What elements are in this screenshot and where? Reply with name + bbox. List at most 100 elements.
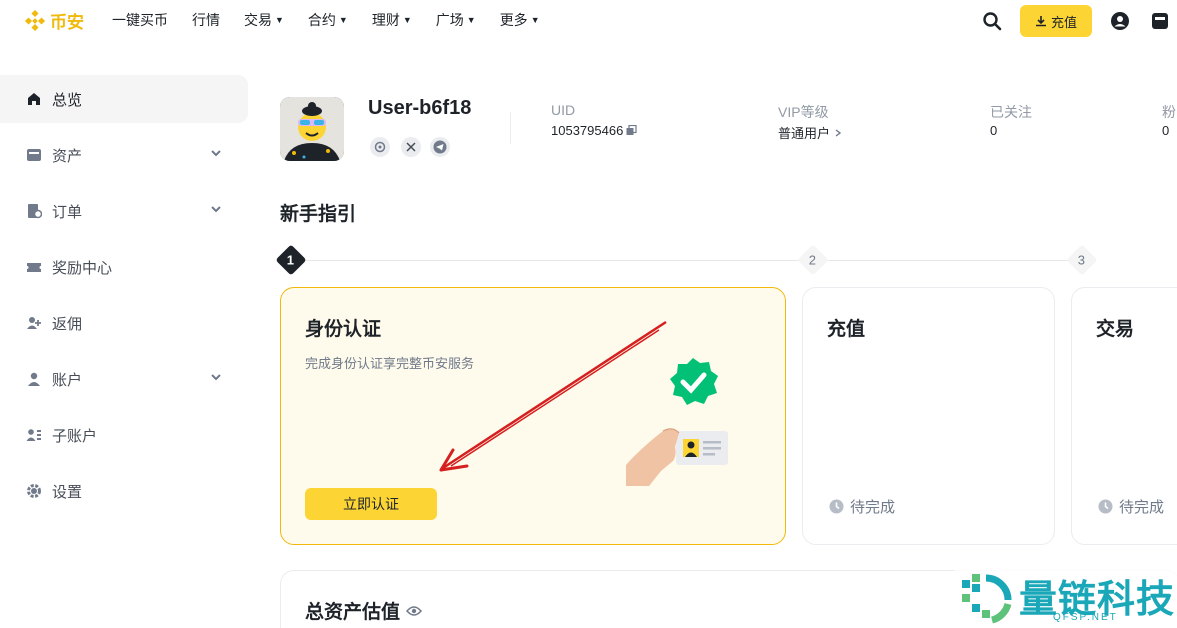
nav-buy-crypto[interactable]: 一键买币: [112, 10, 168, 30]
binance-social-icon[interactable]: [370, 137, 390, 157]
top-navbar: 币安 一键买币 行情 交易 ▼ 合约 ▼ 理财 ▼ 广场 ▼ 更多 ▼ 充值: [0, 0, 1177, 40]
avatar[interactable]: [280, 97, 344, 161]
nav-square[interactable]: 广场 ▼: [436, 10, 476, 30]
card-title: 交易: [1096, 319, 1135, 340]
eye-icon[interactable]: [406, 605, 423, 617]
nav-label: 行情: [192, 12, 220, 28]
chevron-down-icon: ▼: [338, 15, 348, 25]
nav-markets[interactable]: 行情: [192, 10, 220, 30]
username: User-b6f18: [368, 97, 472, 119]
wallet-icon[interactable]: [1151, 11, 1169, 31]
orders-icon: [26, 203, 42, 219]
sidebar-item-overview[interactable]: 总览: [0, 75, 248, 123]
sub-account-icon: [26, 427, 42, 443]
sidebar-item-label: 子账户: [52, 427, 98, 445]
nav-label: 合约: [307, 12, 336, 28]
status-text: 待完成: [850, 499, 896, 516]
verify-now-button[interactable]: 立即认证: [305, 488, 437, 520]
nav-earn[interactable]: 理财 ▼: [372, 10, 412, 30]
user-icon: [26, 371, 42, 387]
step-3-marker: 3: [1066, 244, 1098, 276]
trade-card[interactable]: 交易 待完成: [1071, 287, 1177, 545]
chevron-right-icon: [835, 128, 842, 137]
sidebar-item-label: 总览: [52, 91, 83, 109]
uid-label: UID: [551, 102, 576, 118]
pending-status: 待完成: [829, 496, 895, 517]
nav-label: 理财: [371, 12, 400, 28]
nav-label: 更多: [499, 12, 528, 28]
ticket-icon: [26, 259, 42, 275]
watermark: 量链科技 QFSP.NET: [955, 566, 1177, 628]
watermark-subtext: QFSP.NET: [1053, 612, 1118, 623]
vip-label: VIP等级: [778, 104, 829, 120]
chevron-down-icon: ▼: [402, 15, 412, 25]
sidebar-item-label: 设置: [52, 483, 83, 501]
total-assets-label: 总资产估值: [305, 602, 401, 623]
clock-icon: [829, 499, 844, 514]
nav-menu: 一键买币 行情 交易 ▼ 合约 ▼ 理财 ▼ 广场 ▼ 更多 ▼: [112, 0, 564, 40]
step-number: 2: [809, 252, 817, 268]
step-connector: [824, 260, 1072, 261]
home-icon: [26, 91, 42, 107]
card-title: 充值: [827, 319, 866, 340]
nav-more[interactable]: 更多 ▼: [500, 10, 540, 30]
avatar-illustration: [280, 97, 344, 161]
sidebar-item-referral[interactable]: 返佣: [0, 299, 250, 347]
step-connector: [300, 260, 802, 261]
sidebar-item-label: 账户: [52, 371, 83, 389]
sidebar-item-label: 奖励中心: [52, 259, 113, 277]
status-text: 待完成: [1119, 499, 1165, 516]
sidebar-item-account[interactable]: 账户: [0, 355, 250, 403]
pending-status: 待完成: [1098, 496, 1164, 517]
deposit-label: 充值: [1050, 14, 1077, 30]
following-value[interactable]: 0: [990, 123, 997, 138]
sidebar-item-subaccount[interactable]: 子账户: [0, 411, 250, 459]
identity-verification-card: 身份认证 完成身份认证享完整币安服务 立即认证: [280, 287, 786, 545]
step-number: 3: [1078, 252, 1086, 268]
step-2-marker: 2: [797, 244, 829, 276]
sidebar-item-settings[interactable]: 设置: [0, 467, 250, 515]
step-1-marker: 1: [275, 244, 307, 276]
uid-number: 1053795466: [551, 123, 624, 138]
sidebar-item-label: 返佣: [52, 315, 83, 333]
deposit-card[interactable]: 充值 待完成: [802, 287, 1055, 545]
chevron-down-icon: ▼: [275, 15, 284, 25]
x-twitter-icon[interactable]: [401, 137, 421, 157]
watermark-logo-icon: [962, 574, 1012, 624]
sidebar: 总览 资产 订单 奖励中心 返佣 账户 子账户 设置: [0, 75, 250, 523]
brand-logo[interactable]: 币安: [24, 8, 84, 33]
vip-value-link[interactable]: 普通用户: [778, 123, 843, 142]
sidebar-item-assets[interactable]: 资产: [0, 131, 250, 179]
chevron-down-icon: [211, 374, 221, 381]
wallet-icon: [26, 147, 42, 163]
chevron-down-icon: [211, 206, 221, 213]
sidebar-item-rewards[interactable]: 奖励中心: [0, 243, 250, 291]
sidebar-item-label: 订单: [52, 203, 83, 221]
user-account-icon[interactable]: [1110, 11, 1130, 31]
profile-divider: [510, 112, 511, 144]
nav-trade[interactable]: 交易 ▼: [244, 10, 284, 30]
deposit-button[interactable]: 充值: [1020, 5, 1092, 37]
sidebar-item-orders[interactable]: 订单: [0, 187, 250, 235]
beginner-guide-title: 新手指引: [280, 204, 357, 225]
download-icon: [1035, 16, 1046, 27]
followers-label: 粉: [1162, 104, 1176, 120]
annotation-arrow: [439, 320, 667, 472]
chevron-down-icon: [211, 150, 221, 157]
vip-level: 普通用户: [778, 126, 831, 141]
copy-icon[interactable]: [626, 125, 637, 136]
nav-label: 广场: [435, 12, 464, 28]
following-label: 已关注: [990, 104, 1032, 120]
user-plus-icon: [26, 315, 42, 331]
telegram-icon[interactable]: [430, 137, 450, 157]
step-number: 1: [287, 252, 295, 268]
search-icon[interactable]: [982, 11, 1002, 31]
followers-value[interactable]: 0: [1162, 123, 1169, 138]
total-assets-title: 总资产估值: [305, 597, 423, 624]
uid-value: 1053795466: [551, 123, 637, 138]
nav-futures[interactable]: 合约 ▼: [308, 10, 348, 30]
chevron-down-icon: ▼: [530, 15, 540, 25]
card-title: 身份认证: [305, 319, 382, 340]
nav-label: 交易: [244, 12, 272, 28]
gear-icon: [26, 483, 42, 499]
